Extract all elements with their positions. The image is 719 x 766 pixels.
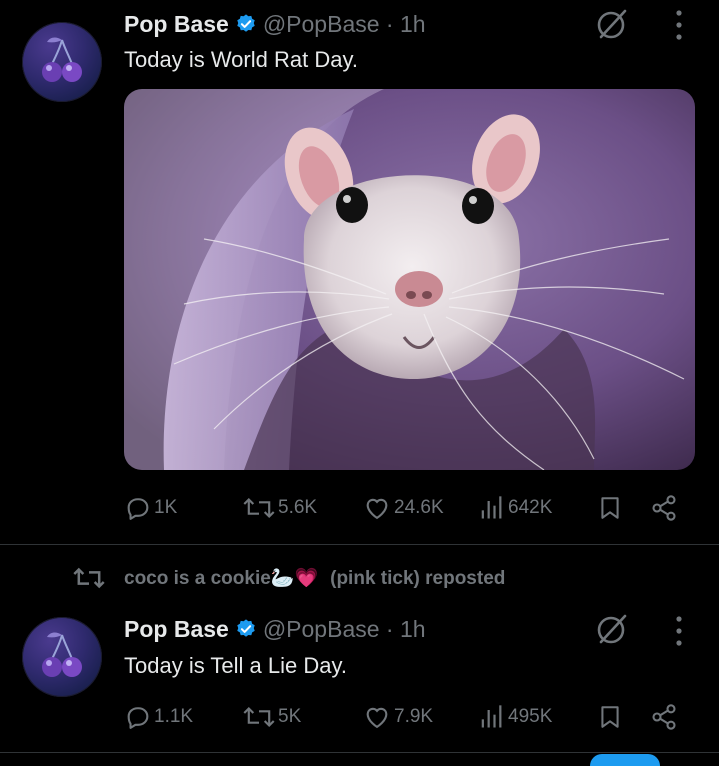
repost-banner[interactable]: coco is a cookie🦢💗 (pink tick) reposted [124,566,505,590]
repost-button[interactable]: 5.6K [242,494,317,522]
author-name[interactable]: Pop Base [124,11,229,38]
share-icon[interactable] [650,494,678,522]
like-count: 24.6K [394,497,444,518]
repost-icon [243,706,275,728]
author-handle[interactable]: @PopBase · 1h [263,616,426,643]
views-icon [481,496,502,519]
repost-count: 5.6K [278,497,318,518]
author-name[interactable]: Pop Base [124,616,229,643]
reply-icon [127,498,149,520]
bookmark-icon[interactable] [597,703,623,731]
reply-button[interactable]: 1K [124,494,177,522]
views-button[interactable]: 642K [476,494,552,522]
repost-icon [243,497,275,519]
tweet-image-rat[interactable] [124,89,695,470]
tweet-2[interactable]: Pop Base @PopBase · 1h Today is Tell a L… [0,600,719,752]
views-count: 642K [508,497,553,518]
verified-badge-icon [237,619,255,637]
avatar[interactable] [22,22,102,102]
reposter-name[interactable]: coco is a cookie [124,568,271,589]
avatar[interactable] [22,617,102,697]
share-icon[interactable] [650,703,678,731]
grok-icon[interactable] [594,6,630,42]
reply-count: 1.1K [154,706,194,727]
tweet-divider [0,752,719,753]
more-dots-icon[interactable] [674,614,684,648]
tweet-header: Pop Base @PopBase · 1h [124,9,426,39]
tweet-1[interactable]: Pop Base @PopBase · 1h Today is World Ra… [0,0,719,545]
author-handle[interactable]: @PopBase · 1h [263,11,426,38]
reply-button[interactable]: 1.1K [124,703,193,731]
tweet-divider [0,544,719,545]
heart-icon [366,707,388,729]
cherries-icon [42,37,82,82]
views-count: 495K [508,706,553,727]
repost-count: 5K [278,706,302,727]
cherries-icon [42,632,82,677]
verified-badge-icon [237,14,255,32]
tweet-text: Today is World Rat Day. [124,47,358,72]
rat-photo [124,89,695,470]
like-button[interactable]: 24.6K [362,494,444,522]
tweet-text: Today is Tell a Lie Day. [124,653,347,678]
heart-icon [366,498,388,520]
views-icon [481,705,502,728]
reposter-emoji: 🦢💗 [270,568,319,589]
next-tweet-avatar-edge [590,754,660,766]
reply-icon [127,707,149,729]
grok-icon[interactable] [594,611,630,647]
repost-button[interactable]: 5K [242,703,301,731]
bookmark-icon[interactable] [597,494,623,522]
tweet-header: Pop Base @PopBase · 1h [124,614,426,644]
views-button[interactable]: 495K [476,703,552,731]
like-count: 7.9K [394,706,434,727]
like-button[interactable]: 7.9K [362,703,433,731]
reply-count: 1K [154,497,178,518]
repost-suffix: (pink tick) reposted [330,568,506,589]
more-dots-icon[interactable] [674,8,684,42]
repost-banner-icon [73,567,105,589]
